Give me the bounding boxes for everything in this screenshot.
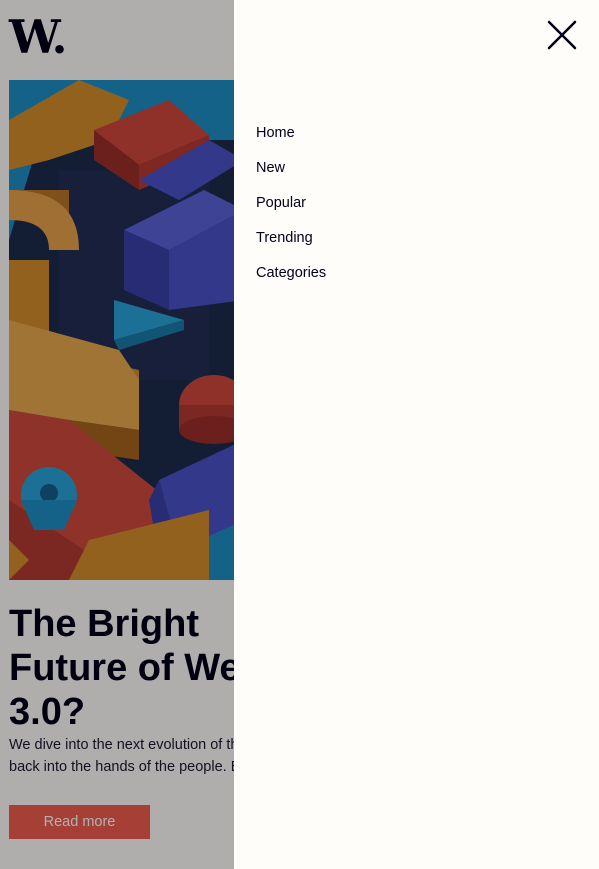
menu-list: Home New Popular Trending Categories — [256, 124, 326, 299]
menu-item-new: New — [256, 159, 326, 194]
menu-link-home[interactable]: Home — [256, 124, 295, 142]
menu-link-trending[interactable]: Trending — [256, 229, 313, 247]
menu-backdrop[interactable] — [0, 0, 234, 869]
menu-item-categories: Categories — [256, 264, 326, 299]
menu-item-popular: Popular — [256, 194, 326, 229]
close-icon — [547, 20, 577, 50]
menu-item-trending: Trending — [256, 229, 326, 264]
menu-item-home: Home — [256, 124, 326, 159]
menu-link-new[interactable]: New — [256, 159, 285, 177]
side-menu: Home New Popular Trending Categories — [234, 0, 599, 869]
page: W. The Bright Future of Web 3.0? We dive… — [0, 0, 599, 869]
close-menu-button[interactable] — [547, 20, 577, 50]
menu-link-popular[interactable]: Popular — [256, 194, 306, 212]
menu-link-categories[interactable]: Categories — [256, 264, 326, 282]
